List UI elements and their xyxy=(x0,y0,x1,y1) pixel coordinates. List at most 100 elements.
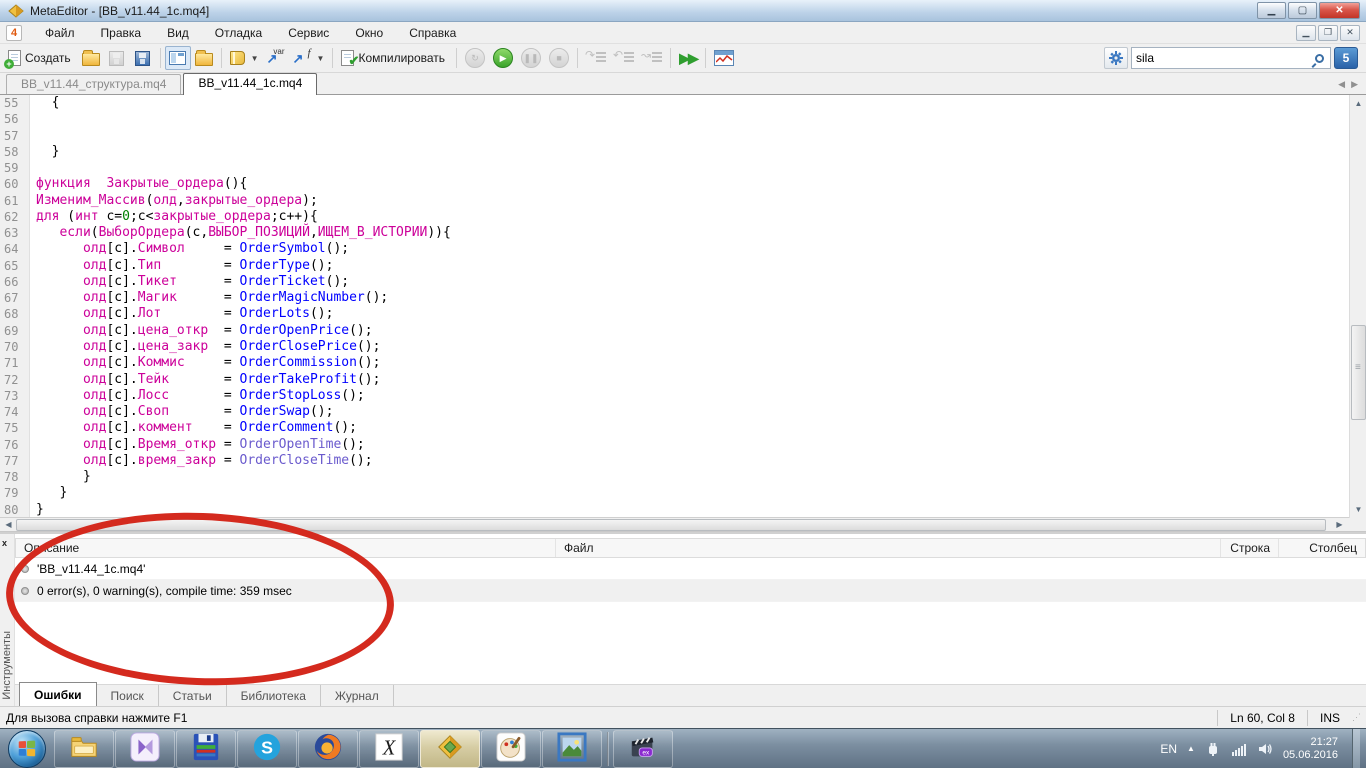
start-debug-button[interactable]: ▶ xyxy=(489,46,517,70)
hidden-icons-chevron-icon[interactable]: ▲ xyxy=(1187,744,1195,753)
stop-debug-button[interactable]: ■ xyxy=(545,46,573,70)
speaker-icon[interactable] xyxy=(1257,741,1273,757)
scroll-right-icon[interactable]: ▶ xyxy=(1333,519,1346,531)
language-indicator[interactable]: EN xyxy=(1160,742,1177,756)
window-close-button[interactable]: ✕ xyxy=(1319,2,1360,19)
code-line[interactable]: 60функция Закрытые_ордера(){ xyxy=(0,176,1366,192)
pause-debug-button[interactable]: ❚❚ xyxy=(517,46,545,70)
step-into-button[interactable]: ↷ xyxy=(582,46,610,70)
column-description[interactable]: Описание xyxy=(16,539,556,557)
taskbar-app-skype[interactable]: S xyxy=(237,730,297,768)
open-file-button[interactable] xyxy=(78,46,104,70)
taskbar-app-x-editor[interactable]: X xyxy=(359,730,419,768)
code-line[interactable]: 67 олд[c].Магик = OrderMagicNumber(); xyxy=(0,290,1366,306)
code-editor[interactable]: 55 {565758 }5960функция Закрытые_ордера(… xyxy=(0,95,1366,518)
column-column[interactable]: Столбец xyxy=(1279,539,1365,557)
scroll-down-icon[interactable]: ▼ xyxy=(1352,503,1365,516)
code-line[interactable]: 71 олд[c].Коммис = OrderCommission(); xyxy=(0,355,1366,371)
code-line[interactable]: 73 олд[c].Лосс = OrderStopLoss(); xyxy=(0,388,1366,404)
code-line[interactable]: 79 } xyxy=(0,485,1366,501)
mql5-community-button[interactable]: 5 xyxy=(1334,47,1358,69)
toolbox-close-icon[interactable]: x xyxy=(2,538,7,548)
step-over-button[interactable]: ↶ xyxy=(610,46,638,70)
taskbar-app-paint-tool[interactable] xyxy=(481,730,541,768)
taskbar-app-video-recorder[interactable]: ex xyxy=(613,730,673,768)
tab-scroll-right-icon[interactable]: ▶ xyxy=(1351,79,1358,90)
code-line[interactable]: 56 xyxy=(0,111,1366,127)
show-desktop-button[interactable] xyxy=(1352,729,1360,768)
toolbox-tab-Журнал[interactable]: Журнал xyxy=(321,685,394,706)
taskbar-clock[interactable]: 21:27 05.06.2016 xyxy=(1283,736,1342,762)
menu-Правка[interactable]: Правка xyxy=(88,23,155,43)
menu-Отладка[interactable]: Отладка xyxy=(202,23,275,43)
code-line[interactable]: 70 олд[c].цена_закр = OrderClosePrice(); xyxy=(0,339,1366,355)
document-tab[interactable]: BB_v11.44_1c.mq4 xyxy=(183,73,317,95)
step-out-button[interactable]: ↝ xyxy=(638,46,666,70)
toolbox-row[interactable]: 0 error(s), 0 warning(s), compile time: … xyxy=(15,580,1366,602)
window-maximize-button[interactable]: ▢ xyxy=(1288,2,1317,19)
code-line[interactable]: 80} xyxy=(0,502,1366,518)
code-line[interactable]: 72 олд[c].Тейк = OrderTakeProfit(); xyxy=(0,372,1366,388)
taskbar-app-windows-explorer[interactable] xyxy=(54,730,114,768)
styler-button[interactable] xyxy=(191,46,217,70)
column-file[interactable]: Файл xyxy=(556,539,1221,557)
menu-Сервис[interactable]: Сервис xyxy=(275,23,342,43)
document-tab[interactable]: BB_v11.44_структура.mq4 xyxy=(6,74,181,94)
code-line[interactable]: 74 олд[c].Своп = OrderSwap(); xyxy=(0,404,1366,420)
compile-button[interactable]: ✔ Компилировать xyxy=(337,46,452,70)
taskbar-app-metaeditor[interactable] xyxy=(420,730,480,768)
taskbar-app-floppy-tool[interactable] xyxy=(176,730,236,768)
search-icon[interactable] xyxy=(1315,54,1324,63)
toolbox-vertical-label[interactable]: Инструменты xyxy=(1,631,13,700)
mdi-minimize-button[interactable]: ▁ xyxy=(1296,25,1316,41)
menu-Вид[interactable]: Вид xyxy=(154,23,202,43)
window-minimize-button[interactable]: ▁ xyxy=(1257,2,1286,19)
column-line[interactable]: Строка xyxy=(1221,539,1279,557)
vertical-scroll-thumb[interactable] xyxy=(1351,325,1366,420)
code-line[interactable]: 75 олд[c].коммент = OrderComment(); xyxy=(0,420,1366,436)
search-input[interactable] xyxy=(1136,51,1315,65)
navigator-toggle-button[interactable] xyxy=(165,46,191,70)
network-signal-icon[interactable] xyxy=(1231,741,1247,757)
code-line[interactable]: 64 олд[c].Символ = OrderSymbol(); xyxy=(0,241,1366,257)
code-line[interactable]: 76 олд[c].Время_откр = OrderOpenTime(); xyxy=(0,437,1366,453)
snippets-button[interactable]: ▼ xyxy=(226,46,263,70)
code-line[interactable]: 62для (инт c=0;c<закрытые_ордера;c++){ xyxy=(0,209,1366,225)
continue-to-cursor-button[interactable]: ▶▶ xyxy=(675,46,701,70)
taskbar-app-kmplayer[interactable] xyxy=(115,730,175,768)
code-line[interactable]: 68 олд[c].Лот = OrderLots(); xyxy=(0,306,1366,322)
search-settings-button[interactable] xyxy=(1104,47,1128,69)
toolbox-tab-Поиск[interactable]: Поиск xyxy=(97,685,159,706)
code-line[interactable]: 69 олд[c].цена_откр = OrderOpenPrice(); xyxy=(0,323,1366,339)
taskbar-app-firefox[interactable] xyxy=(298,730,358,768)
open-chart-button[interactable] xyxy=(710,46,738,70)
mdi-restore-button[interactable]: ❐ xyxy=(1318,25,1338,41)
code-line[interactable]: 57 xyxy=(0,128,1366,144)
save-button[interactable] xyxy=(104,46,130,70)
menu-Окно[interactable]: Окно xyxy=(342,23,396,43)
code-line[interactable]: 61Изменим_Массив(олд,закрытые_ордера); xyxy=(0,193,1366,209)
editor-horizontal-scrollbar[interactable]: ◀ ▶ xyxy=(0,518,1366,532)
menu-Файл[interactable]: Файл xyxy=(32,23,88,43)
taskbar-app-image-viewer[interactable] xyxy=(542,730,602,768)
save-all-button[interactable] xyxy=(130,46,156,70)
power-plug-icon[interactable] xyxy=(1205,741,1221,757)
toolbox-tab-Библиотека[interactable]: Библиотека xyxy=(227,685,321,706)
code-line[interactable]: 66 олд[c].Тикет = OrderTicket(); xyxy=(0,274,1366,290)
code-line[interactable]: 63 если(ВыборОрдера(c,ВЫБОР_ПОЗИЦИЙ,ИЩЕМ… xyxy=(0,225,1366,241)
horizontal-scroll-thumb[interactable] xyxy=(16,519,1326,531)
tab-scroll-left-icon[interactable]: ◀ xyxy=(1338,79,1345,90)
menu-Справка[interactable]: Справка xyxy=(396,23,469,43)
code-line[interactable]: 59 xyxy=(0,160,1366,176)
code-line[interactable]: 58 } xyxy=(0,144,1366,160)
toolbox-tab-Ошибки[interactable]: Ошибки xyxy=(19,682,97,706)
goto-variable-button[interactable]: var↗ xyxy=(263,46,289,70)
mdi-close-button[interactable]: ✕ xyxy=(1340,25,1360,41)
scroll-left-icon[interactable]: ◀ xyxy=(2,519,15,531)
toolbox-row[interactable]: 'BB_v11.44_1c.mq4' xyxy=(15,558,1366,580)
goto-function-button[interactable]: f↗ ▼ xyxy=(289,46,329,70)
code-line[interactable]: 55 { xyxy=(0,95,1366,111)
code-line[interactable]: 65 олд[c].Тип = OrderType(); xyxy=(0,258,1366,274)
start-button[interactable] xyxy=(8,730,46,768)
toolbox-tab-Статьи[interactable]: Статьи xyxy=(159,685,227,706)
